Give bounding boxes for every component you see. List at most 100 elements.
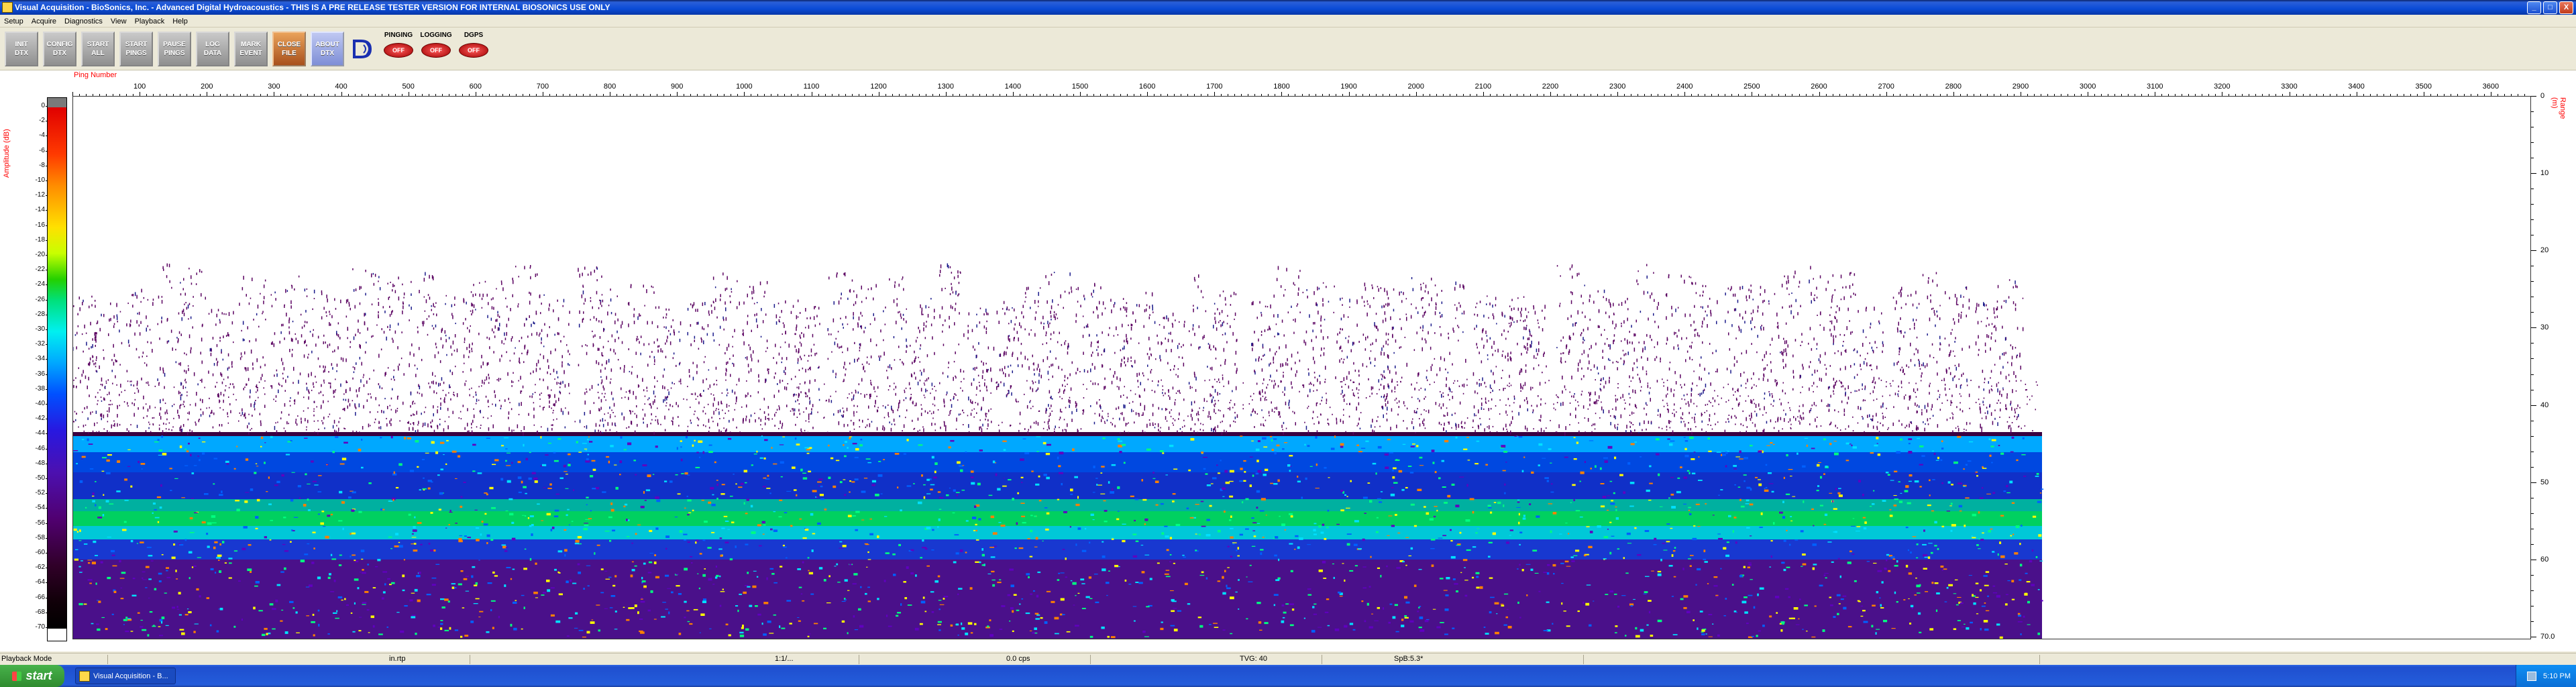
colorbar-tick-label: -54 [35, 504, 49, 512]
menu-acquire[interactable]: Acquire [28, 17, 60, 25]
echo-data [73, 263, 2044, 639]
colorbar-tick-label: -8 [39, 161, 48, 169]
range-tick-label: 30 [2540, 323, 2549, 332]
pinging-lamp: OFF [384, 42, 413, 58]
system-tray: 5:10 PM [2516, 665, 2576, 687]
colorbar-tick-label: -32 [35, 340, 49, 348]
status-spb: SpB:5.3* [1394, 655, 1424, 663]
colorbar-tick-label: -64 [35, 578, 49, 586]
pause-pings-button[interactable]: PAUSE PINGS [158, 31, 191, 66]
colorbar-tick-label: 0 [41, 102, 48, 109]
colorbar-tick-label: -56 [35, 519, 49, 527]
status-separator [1583, 655, 1584, 664]
menu-playback[interactable]: Playback [131, 17, 169, 25]
mark-event-button[interactable]: MARK EVENT [234, 31, 268, 66]
range-minor-tick [2531, 142, 2534, 144]
range-minor-tick [2531, 405, 2534, 406]
start-pings-button[interactable]: START PINGS [119, 31, 153, 66]
toolbar: INIT DTX CONFIG DTX START ALL START PING… [0, 28, 2576, 70]
range-tick-label: 10 [2540, 169, 2549, 178]
menu-setup[interactable]: Setup [0, 17, 28, 25]
echogram-image [73, 263, 2044, 639]
range-minor-tick [2531, 173, 2534, 174]
logging-lamp: OFF [421, 42, 451, 58]
range-minor-tick [2531, 435, 2534, 437]
ping-axis-label: Ping Number [74, 71, 117, 79]
start-label: start [25, 669, 52, 682]
colorbar-tick-label: -38 [35, 384, 49, 392]
ping-tick-label: 500 [402, 83, 415, 91]
taskbar-item-visual-acquisition[interactable]: Visual Acquisition - B... [75, 668, 176, 684]
ping-tick-label: 700 [536, 83, 549, 91]
colorbar-tick-label: -50 [35, 474, 49, 482]
echogram-display[interactable] [72, 96, 2531, 639]
config-dtx-button[interactable]: CONFIG DTX [43, 31, 76, 66]
clock: 5:10 PM [2543, 672, 2571, 680]
ping-tick-label: 800 [603, 83, 616, 91]
range-minor-tick [2531, 374, 2534, 375]
menu-bar: Setup Acquire Diagnostics View Playback … [0, 15, 2576, 28]
dgps-label: DGPS [464, 31, 484, 39]
ping-tick-label: 600 [469, 83, 482, 91]
ping-tick-label: 2000 [1407, 83, 1424, 91]
ping-tick-label: 100 [133, 83, 146, 91]
range-minor-tick [2531, 327, 2534, 329]
pinging-label: PINGING [384, 31, 413, 39]
colorbar-tick-label: -58 [35, 533, 49, 541]
close-button[interactable]: X [2559, 1, 2573, 14]
range-minor-tick [2531, 111, 2534, 113]
ping-tick-label: 200 [201, 83, 213, 91]
ping-tick-label: 1400 [1004, 83, 1022, 91]
taskbar: start Visual Acquisition - B... 5:10 PM [0, 665, 2576, 687]
range-minor-tick [2531, 204, 2534, 205]
ping-tick-label: 2700 [1878, 83, 1894, 91]
range-minor-tick [2531, 621, 2534, 622]
ping-tick-label: 3100 [2146, 83, 2163, 91]
ping-axis: 100 200 300 400 500 600 700 800 900 1000 1100 1200 1… [72, 83, 2531, 96]
menu-diagnostics[interactable]: Diagnostics [60, 17, 107, 25]
colorbar-tick-label: -60 [35, 549, 49, 556]
range-minor-tick [2531, 358, 2534, 360]
menu-view[interactable]: View [107, 17, 131, 25]
range-minor-tick [2531, 250, 2534, 252]
window-controls: _ □ X [2527, 1, 2573, 14]
biosonics-logo-icon [349, 32, 378, 66]
ping-tick-label: 2500 [1743, 83, 1760, 91]
status-bar: Playback Mode in.rtp 1:1/... 0.0 cps TVG… [0, 653, 2576, 666]
ping-tick-label: 3500 [2415, 83, 2432, 91]
colorbar-tick-label: -26 [35, 295, 49, 303]
status-file: in.rtp [389, 655, 406, 663]
range-tick-label: 0 [2540, 92, 2545, 100]
title-bar: Visual Acquisition - BioSonics, Inc. - A… [0, 0, 2576, 15]
status-mode: Playback Mode [1, 655, 52, 663]
app-icon [2, 2, 13, 13]
colorbar-top-swatch [48, 98, 66, 107]
colorbar-tick-label: -2 [39, 117, 48, 125]
logging-label: LOGGING [420, 31, 452, 39]
range-minor-tick [2531, 543, 2534, 545]
close-file-button[interactable]: CLOSE FILE [272, 31, 306, 66]
maximize-button[interactable]: □ [2543, 1, 2557, 14]
minimize-button[interactable]: _ [2527, 1, 2541, 14]
ping-tick-label: 2200 [1542, 83, 1559, 91]
menu-help[interactable]: Help [168, 17, 192, 25]
window-title: Visual Acquisition - BioSonics, Inc. - A… [15, 3, 610, 12]
range-tick-label: 70.0 [2540, 633, 2555, 641]
colorbar-tick-label: -6 [39, 146, 48, 154]
init-dtx-button[interactable]: INIT DTX [5, 31, 38, 66]
colorbar-tick-label: -52 [35, 489, 49, 497]
start-all-button[interactable]: START ALL [81, 31, 115, 66]
ping-tick-label: 3200 [2214, 83, 2231, 91]
colorbar-tick-label: -70 [35, 623, 49, 631]
log-data-button[interactable]: LOG DATA [196, 31, 229, 66]
start-button[interactable]: start [0, 665, 64, 687]
ping-tick-label: 3400 [2348, 83, 2365, 91]
network-icon[interactable] [2527, 671, 2537, 681]
ping-tick-label: 1600 [1138, 83, 1156, 91]
colorbar-tick-label: -68 [35, 608, 49, 616]
about-dtx-button[interactable]: ABOUT DTX [311, 31, 344, 66]
colorbar-tick-label: -48 [35, 459, 49, 467]
range-minor-tick [2531, 219, 2534, 221]
colorbar-tick-label: -44 [35, 429, 49, 437]
colorbar-tick-label: -12 [35, 191, 49, 199]
